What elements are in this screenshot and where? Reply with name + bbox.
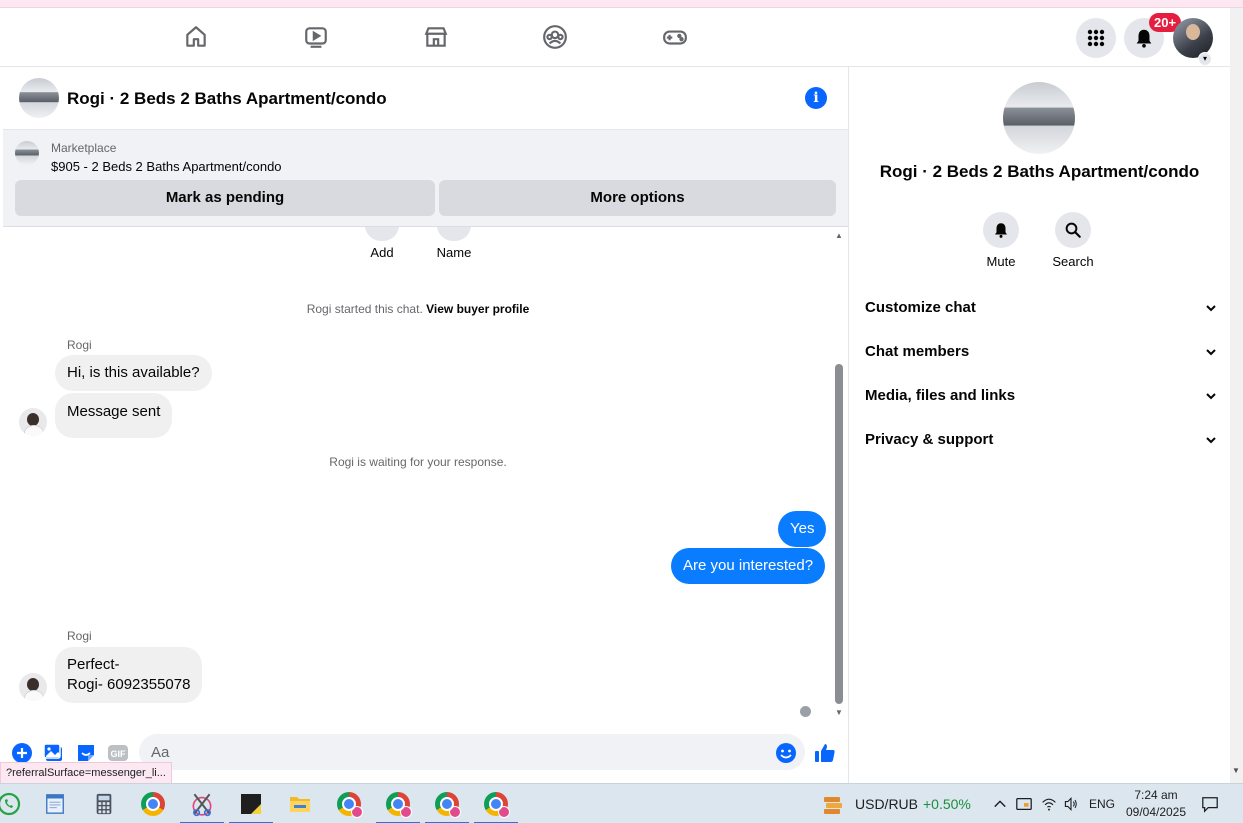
chat-members-section[interactable]: Chat members bbox=[865, 337, 1217, 367]
mark-as-pending-button[interactable]: Mark as pending bbox=[15, 180, 435, 216]
view-buyer-profile-link[interactable]: View buyer profile bbox=[426, 302, 529, 316]
name-action[interactable]: Name bbox=[424, 227, 484, 260]
status-url-tooltip: ?referralSurface=messenger_li... bbox=[0, 762, 172, 784]
scroll-up-icon[interactable]: ▲ bbox=[834, 231, 844, 241]
section-label: Privacy & support bbox=[865, 431, 994, 448]
listing-avatar[interactable] bbox=[19, 78, 59, 118]
search-action[interactable]: Search bbox=[1043, 212, 1103, 269]
notification-center-icon[interactable] bbox=[1195, 789, 1225, 819]
waiting-notice: Rogi is waiting for your response. bbox=[329, 455, 507, 469]
add-action-label: Add bbox=[370, 245, 394, 260]
marketplace-label: Marketplace bbox=[51, 141, 117, 155]
groups-icon[interactable] bbox=[540, 22, 570, 52]
privacy-support-section[interactable]: Privacy & support bbox=[865, 425, 1217, 455]
incoming-message[interactable]: Perfect- Rogi- 6092355078 bbox=[55, 647, 203, 703]
video-icon[interactable] bbox=[301, 22, 331, 52]
snipping-tool-icon[interactable] bbox=[180, 789, 224, 823]
section-label: Customize chat bbox=[865, 299, 976, 316]
currency-change[interactable]: +0.50% bbox=[923, 796, 971, 812]
search-label: Search bbox=[1052, 254, 1094, 269]
emoji-icon[interactable] bbox=[775, 742, 797, 764]
chrome-profile-icon[interactable] bbox=[474, 789, 518, 823]
whatsapp-icon[interactable] bbox=[0, 789, 24, 819]
incoming-message[interactable]: Message sent bbox=[55, 393, 173, 438]
page-scrollbar[interactable]: ▼ bbox=[1230, 8, 1243, 783]
message-scrollbar[interactable]: ▲ ▼ bbox=[833, 227, 845, 722]
menu-button[interactable] bbox=[1076, 18, 1116, 58]
seen-avatar bbox=[799, 705, 812, 718]
info-icon[interactable]: i bbox=[805, 87, 827, 109]
scroll-thumb[interactable] bbox=[835, 364, 843, 704]
chrome-icon[interactable] bbox=[138, 789, 168, 819]
mute-label: Mute bbox=[986, 254, 1016, 269]
customize-chat-section[interactable]: Customize chat bbox=[865, 293, 1217, 323]
message-line: Perfect- bbox=[67, 656, 120, 673]
clock-time[interactable]: 7:24 am bbox=[1126, 788, 1186, 802]
gif-label: GIF bbox=[111, 749, 127, 759]
incoming-message[interactable]: Hi, is this available? bbox=[55, 355, 212, 391]
message-list: Add Name Rogi started this chat. View bu… bbox=[3, 227, 848, 722]
page-scroll-down-icon[interactable]: ▼ bbox=[1232, 766, 1240, 775]
bell-icon bbox=[995, 223, 1007, 238]
chevron-down-icon bbox=[1206, 393, 1216, 400]
chevron-down-icon bbox=[1206, 437, 1216, 444]
account-chevron-icon[interactable]: ▾ bbox=[1198, 52, 1212, 66]
message-line: Rogi- 6092355078 bbox=[67, 676, 191, 693]
home-icon[interactable] bbox=[181, 22, 211, 52]
clock-date[interactable]: 09/04/2025 bbox=[1124, 805, 1188, 819]
add-action[interactable]: Add bbox=[352, 227, 412, 260]
listing-title[interactable]: $905 - 2 Beds 2 Baths Apartment/condo bbox=[51, 159, 282, 174]
language-indicator[interactable]: ENG bbox=[1089, 797, 1115, 811]
grid-icon bbox=[1087, 29, 1105, 47]
chat-header: Rogi · 2 Beds 2 Baths Apartment/condo i bbox=[3, 67, 848, 130]
chrome-profile-icon[interactable] bbox=[376, 789, 420, 823]
windows-taskbar: USD/RUB +0.50% ENG 7:24 am 09/04/2025 bbox=[0, 783, 1243, 823]
notepad-icon[interactable] bbox=[40, 789, 70, 819]
chrome-profile-icon[interactable] bbox=[425, 789, 469, 823]
chat-title[interactable]: Rogi · 2 Beds 2 Baths Apartment/condo bbox=[67, 89, 387, 109]
chevron-down-icon bbox=[1206, 305, 1216, 312]
section-label: Media, files and links bbox=[865, 387, 1016, 404]
photo-icon[interactable] bbox=[43, 742, 65, 764]
currency-pair[interactable]: USD/RUB bbox=[855, 796, 918, 812]
message-input[interactable] bbox=[139, 734, 805, 770]
browser-top-strip bbox=[0, 0, 1243, 8]
scroll-down-icon[interactable]: ▼ bbox=[834, 708, 844, 718]
listing-large-avatar[interactable] bbox=[1003, 82, 1075, 154]
outgoing-message[interactable]: Yes bbox=[778, 511, 827, 547]
volume-icon[interactable] bbox=[1056, 789, 1086, 819]
mute-action[interactable]: Mute bbox=[971, 212, 1031, 269]
chrome-profile-icon[interactable] bbox=[334, 789, 364, 819]
sender-name: Rogi bbox=[67, 338, 92, 352]
chevron-down-icon bbox=[1206, 349, 1216, 356]
section-label: Chat members bbox=[865, 343, 970, 360]
search-icon bbox=[1065, 222, 1081, 238]
file-explorer-icon[interactable] bbox=[285, 789, 315, 819]
sender-avatar[interactable] bbox=[19, 673, 47, 701]
marketplace-listing-card: Marketplace $905 - 2 Beds 2 Baths Apartm… bbox=[3, 130, 848, 227]
top-navbar: 20+ ▾ bbox=[0, 8, 1230, 67]
plus-circle-icon[interactable] bbox=[11, 742, 33, 764]
outgoing-message[interactable]: Are you interested? bbox=[671, 548, 826, 584]
gaming-icon[interactable] bbox=[660, 22, 690, 52]
name-action-label: Name bbox=[436, 245, 472, 260]
sticky-notes-icon[interactable] bbox=[229, 789, 273, 823]
marketplace-icon[interactable] bbox=[421, 22, 451, 52]
more-options-button[interactable]: More options bbox=[439, 180, 836, 216]
chat-details-panel: Rogi · 2 Beds 2 Baths Apartment/condo Mu… bbox=[849, 67, 1230, 783]
currency-widget-icon[interactable] bbox=[818, 789, 848, 819]
sender-avatar[interactable] bbox=[19, 408, 47, 436]
sticker-icon[interactable] bbox=[75, 742, 97, 764]
details-title: Rogi · 2 Beds 2 Baths Apartment/condo bbox=[879, 162, 1200, 181]
sender-name: Rogi bbox=[67, 629, 92, 643]
calculator-icon[interactable] bbox=[89, 789, 119, 819]
chat-started-notice: Rogi started this chat. View buyer profi… bbox=[3, 302, 833, 316]
media-files-links-section[interactable]: Media, files and links bbox=[865, 381, 1217, 411]
chat-started-text: Rogi started this chat. bbox=[306, 302, 423, 316]
chat-panel: Rogi · 2 Beds 2 Baths Apartment/condo i … bbox=[3, 67, 849, 783]
gif-icon[interactable]: GIF bbox=[107, 742, 129, 764]
listing-thumbnail[interactable] bbox=[15, 141, 39, 165]
bell-icon bbox=[1136, 29, 1152, 48]
thumbs-up-icon[interactable] bbox=[814, 742, 836, 764]
